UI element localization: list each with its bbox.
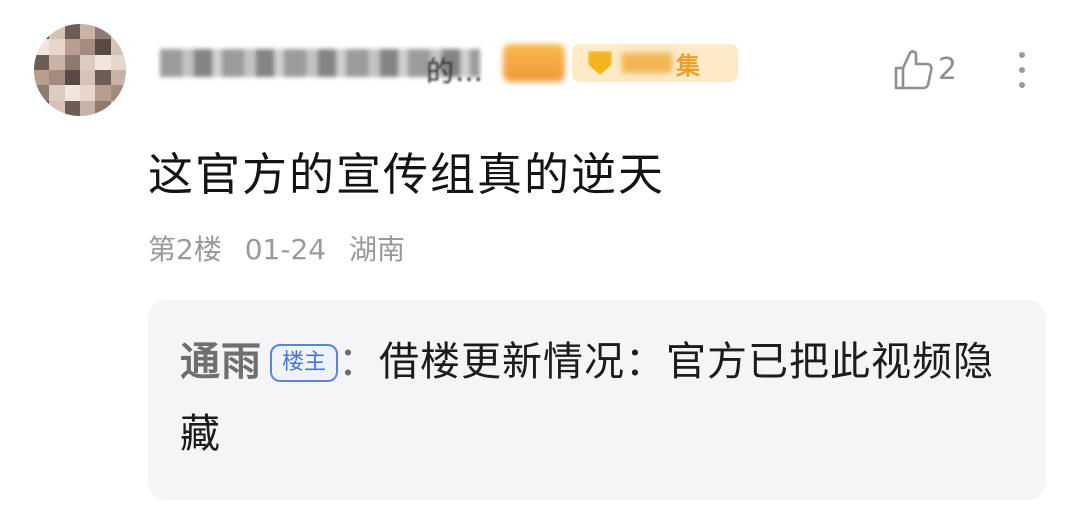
fan-badge[interactable]: 集 — [572, 44, 738, 82]
user-avatar[interactable] — [34, 24, 126, 116]
op-tag: 楼主 — [270, 344, 339, 382]
fan-badge-label: 集 — [676, 51, 700, 80]
comment-date: 01-24 — [244, 233, 327, 266]
user-level-badge — [503, 44, 565, 82]
more-options-icon[interactable] — [1010, 48, 1034, 92]
comment-meta: 第2楼 01-24 湖南 — [148, 230, 419, 270]
thumbs-up-icon — [894, 50, 933, 90]
fan-heart-icon — [588, 51, 612, 75]
like-count: 2 — [938, 52, 958, 87]
like-button[interactable]: 2 — [892, 48, 957, 92]
comment-text: 这官方的宣传组真的逆天 — [148, 148, 666, 201]
floor-number: 第2楼 — [148, 233, 222, 266]
comment-location: 湖南 — [349, 233, 406, 266]
reply-author[interactable]: 通雨 — [180, 339, 262, 385]
username-tail: 的… — [426, 55, 485, 88]
reply-preview[interactable]: 通雨 楼主 ：借楼更新情况：官方已把此视频隐藏 — [148, 300, 1046, 500]
reply-separator: ： — [338, 339, 380, 385]
